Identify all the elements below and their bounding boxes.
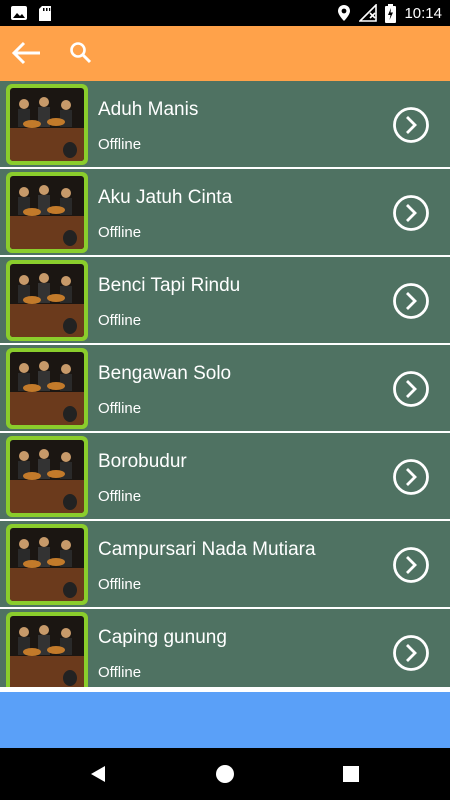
search-icon — [70, 42, 92, 64]
status-bar: 10:14 — [0, 0, 450, 26]
back-triangle-icon[interactable] — [86, 762, 110, 786]
location-icon — [338, 5, 351, 21]
song-thumbnail — [6, 524, 88, 605]
chevron-right-circle-icon[interactable] — [392, 106, 430, 144]
song-title: Caping gunung — [98, 627, 227, 648]
song-thumbnail — [6, 172, 88, 253]
ensemble-photo-image — [10, 88, 84, 161]
song-status: Offline — [98, 664, 142, 681]
song-thumbnail — [6, 84, 88, 165]
ensemble-photo-image — [10, 176, 84, 249]
song-title: Bengawan Solo — [98, 363, 232, 384]
system-nav-bar — [0, 748, 450, 800]
ensemble-photo-image — [10, 264, 84, 337]
battery-charging-icon — [385, 3, 397, 23]
search-button[interactable] — [68, 40, 94, 66]
ad-banner[interactable] — [0, 692, 450, 748]
ensemble-photo-image — [10, 440, 84, 513]
back-button[interactable] — [10, 38, 44, 68]
sd-card-icon — [39, 5, 51, 21]
ensemble-photo-image — [10, 352, 84, 425]
song-status: Offline — [98, 488, 142, 505]
arrow-back-icon — [11, 41, 40, 65]
song-item-aku-jatuh-cinta[interactable]: Aku Jatuh Cinta Offline — [0, 169, 450, 255]
song-thumbnail — [6, 612, 88, 687]
song-status: Offline — [98, 576, 142, 593]
song-title: Aku Jatuh Cinta — [98, 187, 233, 208]
song-thumbnail — [6, 260, 88, 341]
song-item-benci-tapi-rindu[interactable]: Benci Tapi Rindu Offline — [0, 257, 450, 343]
chevron-right-circle-icon[interactable] — [392, 282, 430, 320]
chevron-right-circle-icon[interactable] — [392, 370, 430, 408]
song-status: Offline — [98, 312, 142, 329]
song-status: Offline — [98, 224, 142, 241]
song-item-caping-gunung[interactable]: Caping gunung Offline — [0, 609, 450, 687]
song-item-aduh-manis[interactable]: Aduh Manis Offline — [0, 81, 450, 167]
song-list: Aduh Manis Offline Aku Jatuh Cinta Offli… — [0, 81, 450, 687]
ensemble-photo-image — [10, 528, 84, 601]
recents-square-icon[interactable] — [339, 762, 363, 786]
photo-icon — [11, 6, 27, 20]
song-status: Offline — [98, 400, 142, 417]
song-title: Benci Tapi Rindu — [98, 275, 241, 296]
song-title: Campursari Nada Mutiara — [98, 539, 316, 560]
app-toolbar — [0, 26, 450, 81]
song-title: Borobudur — [98, 451, 187, 472]
chevron-right-circle-icon[interactable] — [392, 546, 430, 584]
chevron-right-circle-icon[interactable] — [392, 194, 430, 232]
wifi-off-icon — [359, 4, 378, 22]
song-item-campursari-nada-mutiara[interactable]: Campursari Nada Mutiara Offline — [0, 521, 450, 607]
chevron-right-circle-icon[interactable] — [392, 458, 430, 496]
song-thumbnail — [6, 348, 88, 429]
song-item-borobudur[interactable]: Borobudur Offline — [0, 433, 450, 519]
ensemble-photo-image — [10, 616, 84, 687]
clock-time: 10:14 — [404, 4, 442, 22]
song-thumbnail — [6, 436, 88, 517]
song-title: Aduh Manis — [98, 99, 199, 120]
chevron-right-circle-icon[interactable] — [392, 634, 430, 672]
song-item-bengawan-solo[interactable]: Bengawan Solo Offline — [0, 345, 450, 431]
home-circle-icon[interactable] — [213, 762, 237, 786]
song-status: Offline — [98, 136, 142, 153]
